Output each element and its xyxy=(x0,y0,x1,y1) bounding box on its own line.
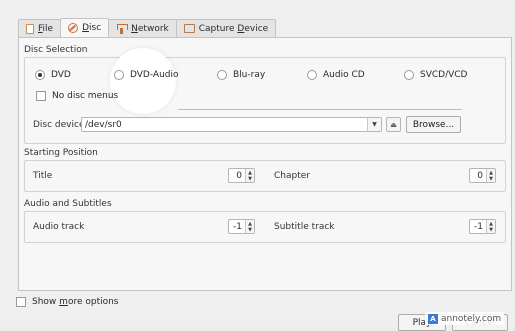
disc-icon xyxy=(68,23,79,33)
divider xyxy=(178,109,462,110)
file-icon xyxy=(26,23,34,34)
radio-dvd-audio[interactable]: DVD-Audio xyxy=(114,70,179,80)
show-more-options-checkbox[interactable]: Show more options xyxy=(16,297,119,307)
radio-indicator xyxy=(217,70,227,80)
title-label: Title xyxy=(33,171,53,181)
tab-file-label: File xyxy=(38,23,54,34)
disc-device-combo[interactable]: /dev/sr0 ▼ xyxy=(81,117,382,132)
disc-device-label: Disc device xyxy=(33,120,85,130)
title-spinbox[interactable]: 0 ▲ ▼ xyxy=(228,168,255,183)
capture-device-icon xyxy=(183,24,195,33)
chapter-spinbox[interactable]: 0 ▲ ▼ xyxy=(469,168,496,183)
spin-arrows-icon[interactable]: ▲ ▼ xyxy=(486,220,495,233)
checkbox-box xyxy=(36,91,46,101)
tab-file[interactable]: File xyxy=(18,19,62,37)
audio-track-spinbox[interactable]: -1 ▲ ▼ xyxy=(228,219,255,234)
tab-network[interactable]: Network xyxy=(108,19,177,37)
audio-subtitles-title: Audio and Subtitles xyxy=(24,199,112,209)
chevron-down-icon[interactable]: ▼ xyxy=(367,118,381,131)
checkbox-box xyxy=(16,297,26,307)
open-media-dialog: File Disc Network Capture Device Disc Se… xyxy=(0,0,515,331)
tab-capture-device-label: Capture Device xyxy=(198,23,269,34)
subtitle-track-label: Subtitle track xyxy=(274,222,335,232)
tab-disc-label: Disc xyxy=(82,23,102,33)
radio-svcd-vcd[interactable]: SVCD/VCD xyxy=(404,70,468,80)
tab-capture-device[interactable]: Capture Device xyxy=(175,19,277,37)
radio-blu-ray[interactable]: Blu-ray xyxy=(217,70,265,80)
chapter-label: Chapter xyxy=(274,171,310,181)
disc-selection-frame: DVD DVD-Audio Blu-ray Audio CD SVCD/VCD … xyxy=(24,48,506,144)
radio-indicator xyxy=(114,70,124,80)
spin-arrows-icon[interactable]: ▲ ▼ xyxy=(245,169,254,182)
spin-arrows-icon[interactable]: ▲ ▼ xyxy=(245,220,254,233)
browse-button[interactable]: Browse... xyxy=(406,116,461,133)
eject-button[interactable]: ⏏ xyxy=(386,117,401,132)
starting-position-frame: Title 0 ▲ ▼ Chapter 0 ▲ ▼ xyxy=(24,160,506,192)
subtitle-track-spinbox[interactable]: -1 ▲ ▼ xyxy=(469,219,496,234)
audio-track-label: Audio track xyxy=(33,222,85,232)
disc-selection-title: Disc Selection xyxy=(24,45,88,55)
audio-subtitles-frame: Audio track -1 ▲ ▼ Subtitle track -1 ▲ ▼ xyxy=(24,211,506,243)
network-icon xyxy=(116,23,129,34)
watermark: A annotely.com xyxy=(425,312,505,325)
radio-audio-cd[interactable]: Audio CD xyxy=(307,70,365,80)
radio-dvd[interactable]: DVD xyxy=(35,70,71,80)
tab-disc[interactable]: Disc xyxy=(60,18,110,37)
disc-panel: Disc Selection DVD DVD-Audio Blu-ray Aud… xyxy=(18,37,512,291)
radio-indicator xyxy=(35,70,45,80)
highlight-spotlight xyxy=(110,48,176,114)
tab-bar: File Disc Network Capture Device xyxy=(18,18,277,37)
starting-position-title: Starting Position xyxy=(24,148,98,158)
radio-indicator xyxy=(404,70,414,80)
spin-arrows-icon[interactable]: ▲ ▼ xyxy=(486,169,495,182)
radio-indicator xyxy=(307,70,317,80)
eject-icon: ⏏ xyxy=(390,120,397,129)
annotely-logo-icon: A xyxy=(428,313,438,324)
no-disc-menus-checkbox[interactable]: No disc menus xyxy=(36,91,118,101)
tab-network-label: Network xyxy=(131,23,169,34)
